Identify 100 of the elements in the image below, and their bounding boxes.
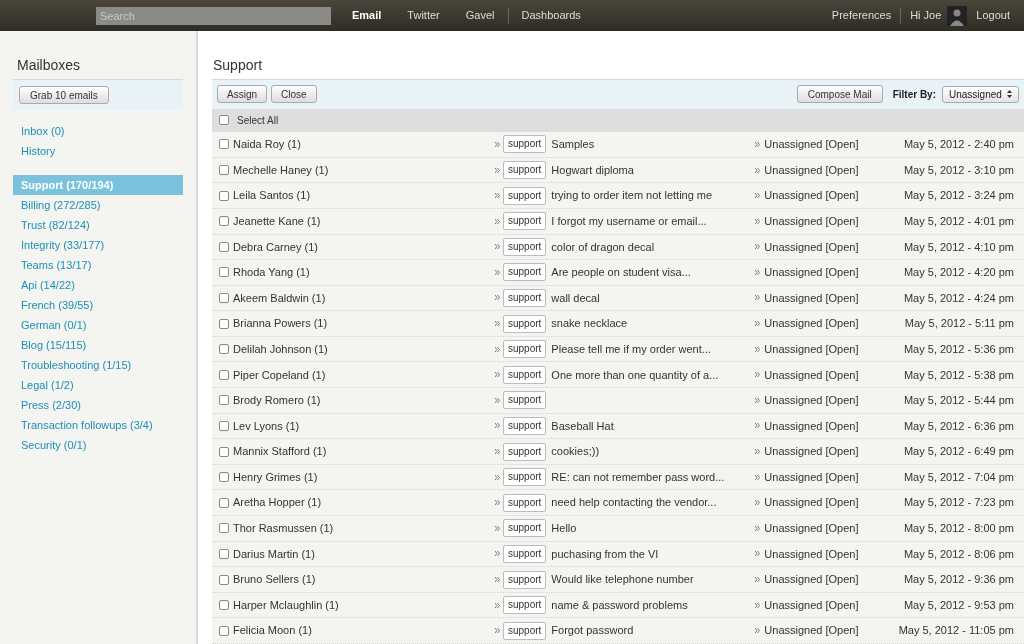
subject-link[interactable]: Please tell me if my order went... — [551, 340, 756, 358]
tag-label[interactable]: support — [503, 519, 547, 538]
subject-link[interactable]: Forgot password — [551, 622, 756, 639]
compose-mail-button[interactable]: Compose Mail — [796, 85, 883, 104]
checkbox[interactable] — [219, 548, 229, 559]
nav-tab[interactable]: Dashboards — [508, 7, 594, 24]
sender-name[interactable]: Mechelle Haney (1) — [233, 161, 495, 179]
subject-link[interactable]: need help contacting the vendor... — [551, 494, 756, 511]
checkbox[interactable] — [219, 369, 229, 380]
checkbox[interactable] — [219, 190, 229, 201]
checkbox[interactable] — [219, 574, 229, 585]
checkbox[interactable] — [219, 420, 229, 431]
subject-link[interactable]: RE: can not remember pass word... — [551, 468, 756, 486]
tag-label[interactable]: support — [503, 416, 547, 435]
tag-label[interactable]: support — [503, 161, 547, 179]
checkbox[interactable] — [219, 395, 229, 406]
assign-button[interactable]: Assign — [217, 85, 267, 104]
subject-link[interactable]: Are people on student visa... — [551, 264, 756, 281]
sender-name[interactable]: Bruno Sellers (1) — [233, 571, 495, 588]
subject-link[interactable]: Hello — [551, 520, 756, 537]
filter-dropdown[interactable]: Unassigned — [942, 85, 1019, 103]
mailbox-item[interactable]: Blog (15/115) — [13, 335, 183, 355]
checkbox[interactable] — [219, 165, 229, 175]
checkbox[interactable] — [219, 497, 229, 508]
tag-label[interactable]: support — [503, 186, 547, 205]
close-button[interactable]: Close — [271, 85, 317, 104]
subject-link[interactable]: cookies;)) — [551, 443, 756, 460]
tag-label[interactable]: support — [503, 544, 547, 563]
nav-tab[interactable]: Email — [339, 7, 395, 24]
tag-label[interactable]: support — [503, 263, 547, 282]
grab-emails-button[interactable]: Grab 10 emails — [19, 86, 109, 104]
checkbox[interactable] — [219, 446, 229, 457]
checkbox[interactable] — [219, 293, 229, 303]
checkbox[interactable] — [219, 115, 229, 126]
subject-link[interactable]: I forgot my username or email... — [551, 212, 756, 230]
checkbox[interactable] — [219, 600, 229, 611]
checkbox[interactable] — [219, 472, 229, 483]
checkbox[interactable] — [219, 139, 229, 150]
subject-link[interactable]: name & password problems — [551, 596, 756, 614]
mailbox-item[interactable]: German (0/1) — [13, 315, 183, 335]
sender-name[interactable]: Brianna Powers (1) — [233, 315, 495, 332]
sender-name[interactable]: Henry Grimes (1) — [233, 468, 495, 486]
subject-link[interactable]: snake necklace — [551, 315, 756, 332]
sender-name[interactable]: Debra Carney (1) — [233, 238, 495, 256]
subject-link[interactable]: Samples — [551, 136, 756, 153]
tag-label[interactable]: support — [503, 340, 547, 359]
checkbox[interactable] — [219, 625, 229, 636]
sender-name[interactable]: Harper Mclaughlin (1) — [233, 596, 495, 614]
mailbox-item[interactable]: Billing (272/285) — [13, 195, 183, 215]
mailbox-item[interactable]: Press (2/30) — [13, 395, 183, 415]
tag-label[interactable]: support — [503, 468, 547, 487]
checkbox[interactable] — [219, 267, 229, 278]
mailbox-item[interactable]: Security (0/1) — [13, 435, 183, 455]
tag-label[interactable]: support — [503, 289, 547, 307]
sender-name[interactable]: Akeem Baldwin (1) — [233, 289, 495, 307]
nav-tab[interactable]: Twitter — [394, 7, 453, 24]
sidebar-link[interactable]: Inbox (0) — [13, 121, 183, 141]
sender-name[interactable]: Brody Romero (1) — [233, 392, 495, 409]
sender-name[interactable]: Delilah Johnson (1) — [233, 340, 495, 358]
tag-label[interactable]: support — [503, 237, 547, 256]
sender-name[interactable]: Jeanette Kane (1) — [233, 212, 495, 230]
subject-link[interactable]: Would like telephone number — [551, 571, 756, 588]
search-field[interactable]: Search — [96, 6, 331, 25]
tag-label[interactable]: support — [503, 212, 547, 231]
mailbox-item[interactable]: Teams (13/17) — [13, 255, 183, 275]
sender-name[interactable]: Naida Roy (1) — [233, 136, 495, 153]
tag-label[interactable]: support — [503, 314, 547, 333]
tag-label[interactable]: support — [503, 570, 547, 589]
nav-tab[interactable]: Gavel — [452, 7, 508, 24]
checkbox[interactable] — [219, 344, 229, 355]
subject-link[interactable]: color of dragon decal — [551, 238, 756, 256]
tag-label[interactable]: support — [503, 493, 547, 512]
subject-link[interactable]: puchasing from the VI — [551, 545, 756, 563]
tag-label[interactable]: support — [503, 596, 547, 615]
subject-link[interactable]: Hogwart diploma — [551, 161, 756, 179]
subject-link[interactable]: One more than one quantity of a... — [551, 366, 756, 383]
sender-name[interactable]: Aretha Hopper (1) — [233, 494, 495, 511]
mailbox-item[interactable]: Transaction followups (3/4) — [13, 415, 183, 435]
sender-name[interactable]: Rhoda Yang (1) — [233, 264, 495, 281]
subject-link[interactable]: trying to order item not letting me — [551, 187, 756, 204]
tag-label[interactable]: support — [503, 135, 547, 154]
checkbox[interactable] — [219, 318, 229, 329]
sender-name[interactable]: Leila Santos (1) — [233, 187, 495, 204]
tag-label[interactable]: support — [503, 365, 547, 384]
tag-label[interactable]: support — [503, 442, 547, 461]
tag-label[interactable]: support — [503, 621, 547, 640]
tag-label[interactable]: support — [503, 391, 547, 410]
logout-link[interactable]: Logout — [967, 7, 1024, 24]
sender-name[interactable]: Darius Martin (1) — [233, 545, 495, 563]
checkbox[interactable] — [219, 216, 229, 227]
checkbox[interactable] — [219, 523, 229, 534]
sender-name[interactable]: Felicia Moon (1) — [233, 622, 495, 639]
sender-name[interactable]: Thor Rasmussen (1) — [233, 520, 495, 537]
sender-name[interactable]: Mannix Stafford (1) — [233, 443, 495, 460]
mailbox-item[interactable]: Trust (82/124) — [13, 215, 183, 235]
subject-link[interactable]: wall decal — [551, 289, 756, 307]
checkbox[interactable] — [219, 241, 229, 252]
sender-name[interactable]: Piper Copeland (1) — [233, 366, 495, 383]
subject-link[interactable]: Baseball Hat — [551, 417, 756, 435]
preferences-link[interactable]: Preferences — [822, 7, 901, 24]
